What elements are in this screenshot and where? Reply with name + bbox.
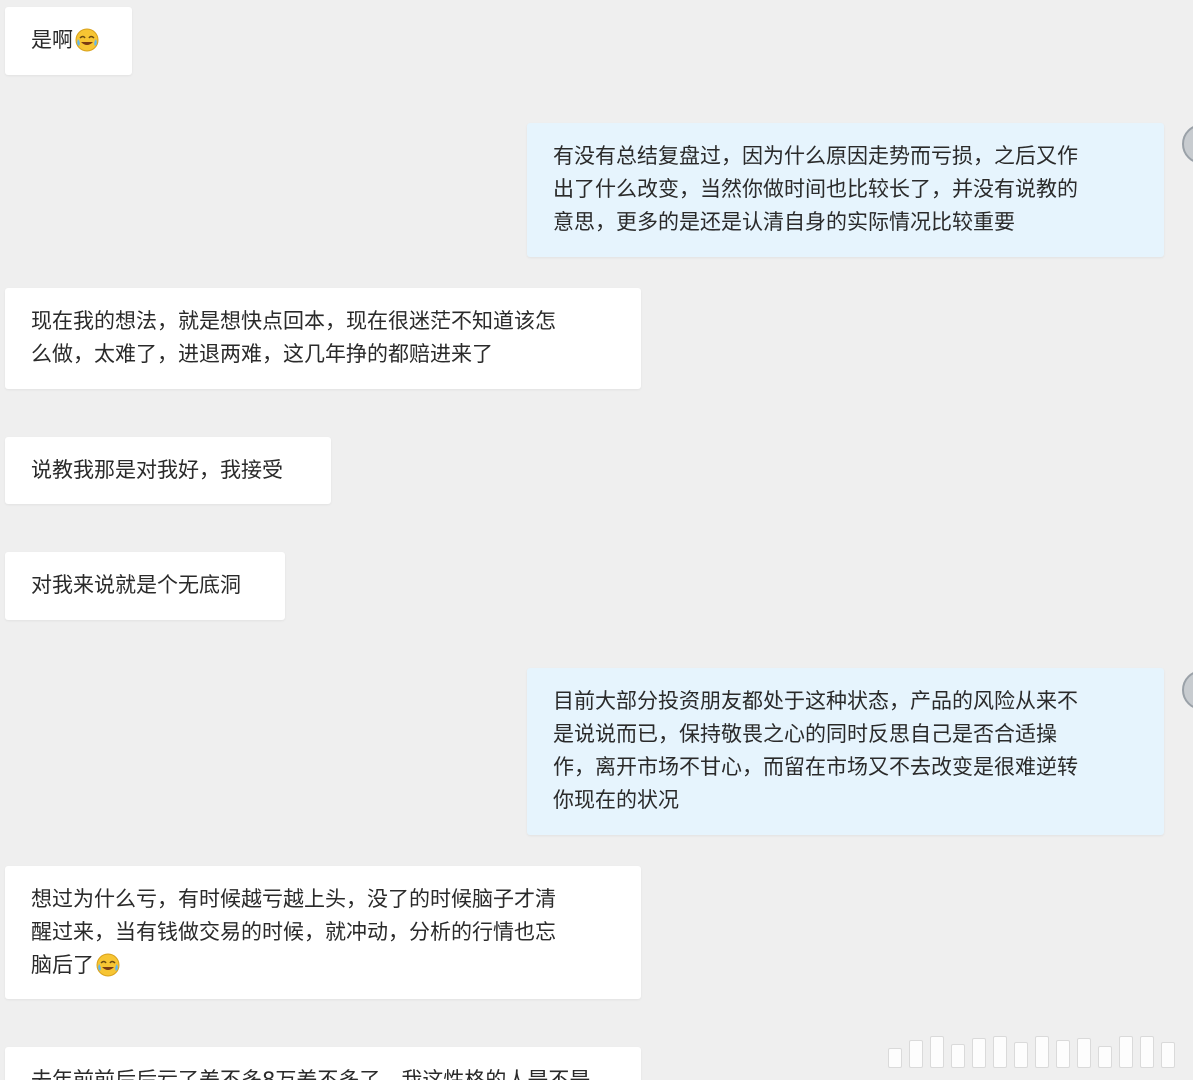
message-line: 作，离开市场不甘心，而留在市场又不去改变是很难逆转 — [553, 755, 1078, 779]
message-incoming: 对我来说就是个无底洞 — [5, 552, 285, 620]
message-line: 出了什么改变，当然你做时间也比较长了，并没有说教的 — [553, 177, 1078, 201]
avatar[interactable] — [1182, 670, 1193, 710]
message-text: 对我来说就是个无底洞 — [31, 573, 241, 597]
message-line-text: 脑后了 — [31, 953, 94, 977]
message-outgoing: 有没有总结复盘过，因为什么原因走势而亏损，之后又作 出了什么改变，当然你做时间也… — [527, 123, 1164, 257]
message-line: 现在我的想法，就是想快点回本，现在很迷茫不知道该怎 — [31, 309, 556, 333]
message-text: 说教我那是对我好，我接受 — [31, 458, 283, 482]
message-line: 醒过来，当有钱做交易的时候，就冲动，分析的行情也忘 — [31, 920, 556, 944]
message-line: 你现在的状况 — [553, 788, 679, 812]
message-incoming: 说教我那是对我好，我接受 — [5, 437, 331, 504]
message-outgoing: 目前大部分投资朋友都处于这种状态，产品的风险从来不 是说说而已，保持敬畏之心的同… — [527, 668, 1164, 835]
message-line: 目前大部分投资朋友都处于这种状态，产品的风险从来不 — [553, 689, 1078, 713]
message-incoming: 是啊 — [5, 7, 132, 75]
message-line: 想过为什么亏，有时候越亏越上头，没了的时候脑子才清 — [31, 887, 556, 911]
crying-laughing-emoji-icon — [75, 28, 99, 52]
message-line: 意思，更多的是还是认清自身的实际情况比较重要 — [553, 210, 1015, 234]
chat-window: 是啊 有没有总结复盘过，因为什么原因走势而亏损，之后又作 出了什么改变，当然你做… — [0, 0, 1193, 1080]
message-incoming: 去年前前后后亏了差不多8万差不多了，我这性格的人是不是 — [5, 1047, 641, 1080]
message-incoming: 现在我的想法，就是想快点回本，现在很迷茫不知道该怎 么做，太难了，进退两难，这几… — [5, 288, 641, 389]
message-line: 脑后了 — [31, 949, 615, 982]
message-incoming: 想过为什么亏，有时候越亏越上头，没了的时候脑子才清 醒过来，当有钱做交易的时候，… — [5, 866, 641, 999]
crying-laughing-emoji-icon — [96, 953, 120, 977]
message-text: 是啊 — [31, 28, 73, 52]
message-line: 么做，太难了，进退两难，这几年挣的都赔进来了 — [31, 342, 493, 366]
message-line: 是说说而已，保持敬畏之心的同时反思自己是否合适操 — [553, 722, 1057, 746]
message-line: 有没有总结复盘过，因为什么原因走势而亏损，之后又作 — [553, 144, 1078, 168]
watermark — [888, 1034, 1175, 1068]
avatar[interactable] — [1182, 124, 1193, 164]
message-line: 去年前前后后亏了差不多8万差不多了，我这性格的人是不是 — [31, 1068, 591, 1080]
